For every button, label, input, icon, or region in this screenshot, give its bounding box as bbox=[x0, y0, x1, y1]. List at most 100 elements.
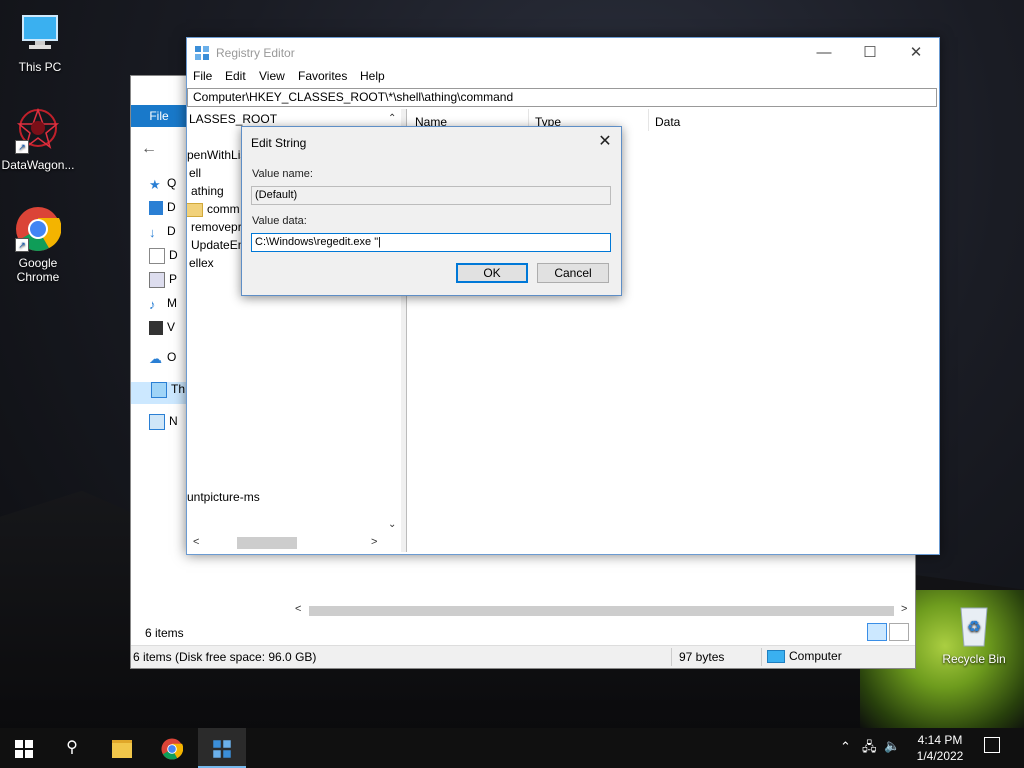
sidebar-item-desktop[interactable]: D bbox=[149, 200, 187, 222]
taskbar-registry-editor[interactable] bbox=[198, 728, 246, 768]
edit-string-dialog[interactable]: Edit String ✕ Value name: (Default) Valu… bbox=[241, 126, 622, 296]
tree-item[interactable]: removepr bbox=[191, 220, 242, 234]
search-button[interactable]: ⚲ bbox=[48, 728, 96, 768]
registry-editor-window[interactable]: Registry Editor — ☐ ✕ File Edit View Fav… bbox=[186, 37, 940, 555]
sidebar-item-downloads[interactable]: ↓ D bbox=[149, 224, 187, 246]
scroll-right-arrow-icon[interactable]: > bbox=[901, 603, 907, 615]
desktop-icon-recycle-bin[interactable]: ♻ Recycle Bin bbox=[934, 602, 1014, 666]
sidebar-item-pictures[interactable]: P bbox=[149, 272, 187, 294]
folder-icon bbox=[187, 202, 203, 217]
close-button[interactable]: ✕ bbox=[893, 38, 939, 67]
tree-horizontal-scrollbar[interactable]: < > bbox=[187, 535, 385, 551]
monitor-icon bbox=[151, 382, 167, 398]
window-title: Registry Editor bbox=[216, 46, 295, 60]
recycle-bin-icon: ♻ bbox=[951, 602, 997, 648]
ok-button[interactable]: OK bbox=[456, 263, 528, 283]
sidebar-item-documents[interactable]: D bbox=[149, 248, 187, 270]
scroll-right-arrow-icon[interactable]: > bbox=[371, 536, 377, 548]
tree-item-athing[interactable]: athing bbox=[191, 184, 224, 198]
scroll-left-arrow-icon[interactable]: < bbox=[295, 603, 301, 615]
scroll-left-arrow-icon[interactable]: < bbox=[193, 536, 199, 548]
taskbar-file-explorer[interactable] bbox=[98, 728, 146, 768]
value-data-input[interactable]: C:\Windows\regedit.exe "| bbox=[251, 233, 611, 252]
status-location: Computer bbox=[767, 649, 842, 664]
search-icon: ⚲ bbox=[66, 739, 78, 756]
svg-text:♻: ♻ bbox=[967, 617, 981, 636]
explorer-file-tab[interactable]: File bbox=[131, 105, 187, 127]
star-icon: ★ bbox=[149, 176, 161, 192]
view-mode-buttons bbox=[865, 623, 909, 644]
status-separator bbox=[761, 648, 762, 666]
desktop-icon-this-pc[interactable]: This PC bbox=[0, 10, 80, 74]
chevron-up-icon[interactable]: ⌃ bbox=[840, 739, 851, 755]
menu-file[interactable]: File bbox=[193, 69, 212, 83]
tree-item-command[interactable]: comm bbox=[187, 202, 240, 217]
desktop-icon-label: DataWagon... bbox=[1, 158, 75, 172]
sidebar-item-music[interactable]: ♪ M bbox=[149, 296, 187, 318]
minimize-button[interactable]: — bbox=[801, 38, 847, 67]
desktop-icon-label: Recycle Bin bbox=[942, 652, 1006, 666]
explorer-horizontal-scrollbar[interactable]: < > bbox=[291, 603, 911, 619]
explorer-status-bar: 6 items (Disk free space: 96.0 GB) 97 by… bbox=[131, 645, 915, 668]
explorer-navigation-pane: ★ Q D ↓ D D P ♪ M V ☁ O Th N bbox=[131, 168, 187, 623]
menu-edit[interactable]: Edit bbox=[225, 69, 246, 83]
tree-item[interactable]: ellex bbox=[189, 256, 214, 270]
sidebar-item-onedrive[interactable]: ☁ O bbox=[149, 350, 187, 372]
desktop-folder-icon bbox=[149, 200, 163, 215]
scroll-down-arrow-icon[interactable]: ⌄ bbox=[388, 519, 396, 530]
monitor-icon bbox=[17, 10, 63, 56]
cloud-icon: ☁ bbox=[149, 350, 162, 366]
network-icon[interactable]: 🖧 bbox=[862, 738, 877, 760]
chrome-icon bbox=[161, 738, 184, 760]
start-button[interactable] bbox=[0, 728, 48, 768]
status-size: 97 bytes bbox=[679, 650, 725, 664]
taskbar-clock[interactable]: 4:14 PM 1/4/2022 bbox=[900, 732, 980, 764]
value-name-label: Value name: bbox=[252, 168, 313, 180]
large-icons-view-icon[interactable] bbox=[889, 623, 909, 641]
document-icon bbox=[149, 248, 165, 264]
menu-favorites[interactable]: Favorites bbox=[298, 69, 347, 83]
regedit-menu-bar: File Edit View Favorites Help bbox=[187, 67, 939, 87]
desktop-icon-google-chrome[interactable]: ↗ Google Chrome bbox=[0, 206, 78, 284]
regedit-titlebar[interactable]: Registry Editor — ☐ ✕ bbox=[187, 38, 939, 67]
datawagon-app-icon: ↗ bbox=[15, 107, 61, 154]
menu-view[interactable]: View bbox=[259, 69, 285, 83]
scrollbar-thumb[interactable] bbox=[237, 537, 297, 549]
item-count: 6 items bbox=[145, 626, 184, 640]
desktop-icon-label: This PC bbox=[18, 60, 62, 74]
tree-item[interactable]: UpdateEn bbox=[191, 238, 244, 252]
music-note-icon: ♪ bbox=[149, 296, 156, 312]
sidebar-item-network[interactable]: N bbox=[149, 414, 187, 436]
maximize-button[interactable]: ☐ bbox=[847, 38, 893, 67]
details-view-icon[interactable] bbox=[867, 623, 887, 641]
clock-time: 4:14 PM bbox=[917, 733, 963, 747]
scroll-up-arrow-icon[interactable]: ⌃ bbox=[388, 113, 396, 124]
tree-item-root[interactable]: LASSES_ROOT bbox=[189, 112, 277, 126]
cancel-button[interactable]: Cancel bbox=[537, 263, 609, 283]
scrollbar-thumb[interactable] bbox=[309, 606, 894, 616]
value-name-field[interactable]: (Default) bbox=[251, 186, 611, 205]
notification-center-icon[interactable] bbox=[984, 737, 1000, 753]
tree-item[interactable]: penWithLis bbox=[187, 148, 246, 162]
registry-editor-icon bbox=[194, 45, 210, 61]
sidebar-item-quick-access[interactable]: ★ Q bbox=[149, 176, 187, 198]
desktop-icon-datawagon[interactable]: ↗ DataWagon... bbox=[0, 107, 78, 172]
dialog-close-button[interactable]: ✕ bbox=[589, 127, 621, 157]
pictures-icon bbox=[149, 272, 165, 288]
tree-item[interactable]: ell bbox=[189, 166, 201, 180]
back-arrow-icon[interactable]: ← bbox=[141, 140, 157, 158]
volume-muted-icon[interactable]: 🔈 bbox=[884, 738, 900, 754]
windows-logo-icon bbox=[15, 739, 33, 758]
chrome-icon: ↗ bbox=[15, 206, 62, 252]
column-header-data[interactable]: Data bbox=[655, 115, 680, 129]
column-separator[interactable] bbox=[648, 109, 649, 131]
taskbar-chrome[interactable] bbox=[148, 728, 196, 768]
tree-item[interactable]: untpicture-ms bbox=[187, 490, 260, 504]
folder-icon bbox=[112, 739, 132, 758]
sidebar-item-videos[interactable]: V bbox=[149, 320, 187, 342]
menu-help[interactable]: Help bbox=[360, 69, 385, 83]
registry-editor-icon bbox=[213, 740, 231, 758]
address-bar[interactable]: Computer\HKEY_CLASSES_ROOT\*\shell\athin… bbox=[187, 88, 937, 107]
sidebar-item-this-pc[interactable]: Th bbox=[131, 382, 187, 404]
film-icon bbox=[149, 320, 163, 335]
